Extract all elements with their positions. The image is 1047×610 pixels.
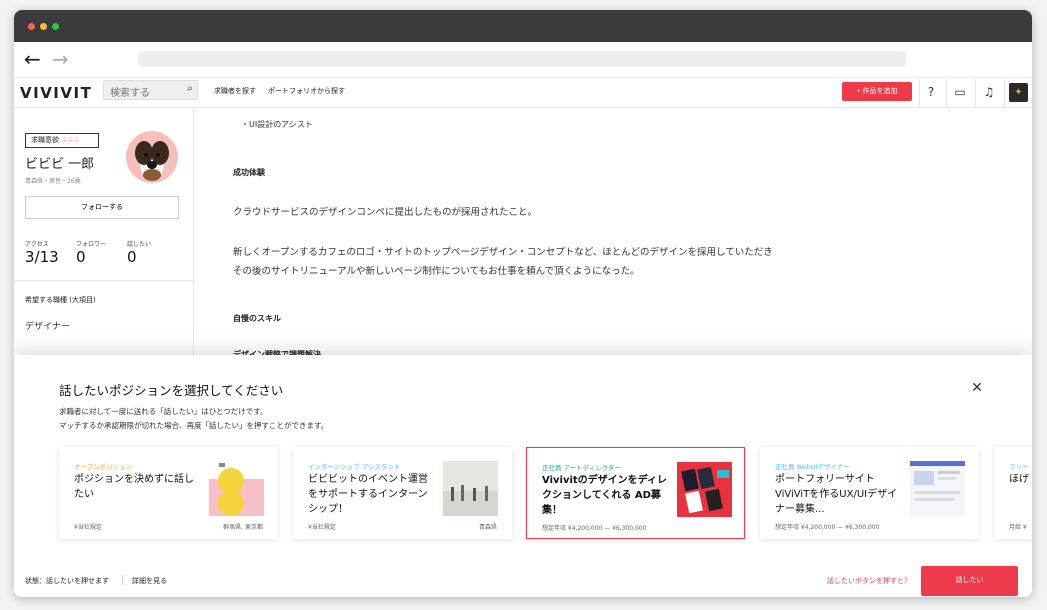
desired-job-heading: 希望する職種 (大項目) — [25, 296, 96, 304]
stat-talk-value: 0 — [127, 248, 137, 266]
help-icon[interactable]: ? — [921, 82, 941, 102]
intent-label: 求職意欲 — [31, 136, 59, 144]
profile-main: ・UI設計のアシスト 成功体験 クラウドサービスのデザインコンペに提出したものが… — [195, 109, 1032, 369]
detail-link[interactable]: 詳細を見る — [132, 576, 167, 586]
card-thumbnail — [910, 461, 965, 516]
success-paragraph: クラウドサービスのデザインコンペに提出したものが採用されたこと。 — [233, 207, 538, 218]
message-icon[interactable]: ▭ — [950, 82, 970, 102]
nav-find-candidates[interactable]: 求職者を探す — [214, 86, 256, 96]
add-work-button[interactable]: + 作品を追加 — [842, 82, 912, 101]
close-icon[interactable]: ✕ — [969, 380, 985, 396]
card-location: 群馬県, 東京都 — [223, 524, 263, 531]
forward-arrow-icon[interactable]: → — [52, 48, 69, 70]
skill-heading: 自慢のスキル — [233, 314, 281, 323]
user-avatar[interactable]: ✦ — [1009, 83, 1028, 102]
stat-talk-label: 話したい — [127, 241, 152, 248]
profile-sidebar: 求職意欲 ♤♤♤ ビビビ 一郎 青森県・男性・26歳 フォローする アクセス 3… — [14, 109, 194, 369]
card-thumbnail — [209, 461, 264, 516]
job-intent-badge: 求職意欲 ♤♤♤ — [25, 133, 99, 148]
card-salary: 月給 ¥ — [1009, 524, 1027, 531]
follow-button[interactable]: フォローする — [25, 196, 179, 219]
modal-subtitle-1: 求職者に対して一度に送れる「話したい」はひとつだけです。 — [59, 407, 268, 416]
stat-access-label: アクセス — [25, 241, 49, 248]
success-heading: 成功体験 — [233, 168, 265, 177]
ui-assist-line: ・UI設計のアシスト — [241, 120, 313, 129]
talk-hint-link[interactable]: 話したいボタンを押すと？ — [827, 576, 911, 586]
profile-meta: 青森県・男性・26歳 — [25, 178, 81, 185]
card-salary: ¥当社規定 — [74, 524, 102, 531]
position-card-art-director[interactable]: 正社員 アートディレクター Vivivitのデザインをディレクションしてくれる … — [526, 447, 745, 539]
card-location: 青森県 — [478, 524, 497, 531]
stat-followers-value: 0 — [76, 248, 86, 266]
card-title: ビビビットのイベント運営をサポートするインターンシップ！ — [308, 474, 428, 515]
cafe-paragraph-line2: その後のサイトリニューアルや新しいページ制作についてもお仕事を頼んで頂くようにな… — [233, 266, 640, 277]
browser-toolbar: ← → — [14, 42, 1032, 78]
status-text: 状態：話したいを押せます — [25, 577, 109, 585]
profile-avatar — [126, 131, 178, 183]
close-window-dot[interactable] — [28, 23, 35, 30]
talk-button[interactable]: 話したい — [921, 566, 1018, 596]
stat-access-value: 3/13 — [25, 248, 59, 266]
header-divider — [946, 78, 947, 108]
minimize-window-dot[interactable] — [40, 23, 47, 30]
card-thumbnail — [677, 462, 732, 517]
flame-icon: ♤♤♤ — [61, 136, 81, 144]
search-icon[interactable]: ⌕ — [187, 83, 193, 94]
position-card-free[interactable]: フリー ほげ 月給 ¥ — [994, 447, 1032, 539]
back-arrow-icon[interactable]: ← — [24, 48, 41, 70]
maximize-window-dot[interactable] — [52, 23, 59, 30]
bell-icon[interactable]: ♫ — [979, 82, 999, 102]
card-title: Vivivitのデザインをディレクションしてくれる AD募集！ — [542, 475, 667, 516]
modal-title: 話したいポジションを選択してください — [59, 383, 284, 398]
desired-job-value: デザイナー — [25, 322, 70, 332]
header-divider — [919, 78, 920, 108]
card-title: ほげ — [1009, 474, 1029, 485]
nav-find-portfolio[interactable]: ポートフォリオから探す — [268, 86, 345, 96]
card-tag: 正社員 アートディレクター — [542, 464, 621, 472]
position-card-open[interactable]: オープンポジション ポジションを決めずに話したい ¥当社規定 群馬県, 東京都 — [59, 447, 278, 539]
card-salary: 想定年収 ¥4,200,000 — ¥6,300,000 — [775, 524, 880, 531]
browser-window: ← → VIVIVIT ⌕ 求職者を探す ポートフォリオから探す + 作品を追加… — [14, 10, 1032, 597]
card-salary: 想定年収 ¥4,200,000 — ¥6,300,000 — [542, 525, 647, 532]
site-logo[interactable]: VIVIVIT — [20, 84, 92, 102]
stat-followers-label: フォロワー — [76, 241, 107, 248]
sidebar-divider — [14, 280, 194, 281]
header-divider — [975, 78, 976, 108]
search-box[interactable]: ⌕ — [103, 80, 198, 103]
position-select-modal: 話したいポジションを選択してください 求職者に対して一度に送れる「話したい」はひ… — [14, 355, 1032, 597]
search-input[interactable] — [104, 84, 179, 103]
header-divider — [1004, 78, 1005, 108]
card-title: ポートフォリーサイトViViViTを作るUX/UIデザイナー募集... — [775, 474, 898, 515]
cafe-paragraph-line1: 新しくオープンするカフェのロゴ・サイトのトップページデザイン・コンセプトなど、ほ… — [233, 247, 773, 258]
modal-subtitle-2: マッチするか承認期限が切れた場合、再度「話したい」を押すことができます。 — [59, 421, 329, 430]
card-salary: ¥当社規定 — [308, 524, 336, 531]
card-tag: 正社員 WebUIデザイナー — [775, 463, 850, 471]
url-bar[interactable] — [138, 51, 906, 67]
position-card-intern[interactable]: インターンシップ アシスタント ビビビットのイベント運営をサポートするインターン… — [293, 447, 512, 539]
card-tag: インターンシップ アシスタント — [308, 463, 401, 471]
card-tag: フリー — [1009, 463, 1029, 471]
card-thumbnail — [443, 461, 498, 516]
profile-name: ビビビ 一郎 — [25, 157, 95, 172]
card-tag: オープンポジション — [74, 463, 133, 471]
card-title: ポジションを決めずに話したい — [74, 474, 194, 500]
footer-divider — [122, 575, 123, 585]
site-header: VIVIVIT ⌕ 求職者を探す ポートフォリオから探す + 作品を追加 ? ▭… — [14, 78, 1032, 108]
title-bar — [14, 10, 1032, 42]
position-card-webui[interactable]: 正社員 WebUIデザイナー ポートフォリーサイトViViViTを作るUX/UI… — [760, 447, 979, 539]
